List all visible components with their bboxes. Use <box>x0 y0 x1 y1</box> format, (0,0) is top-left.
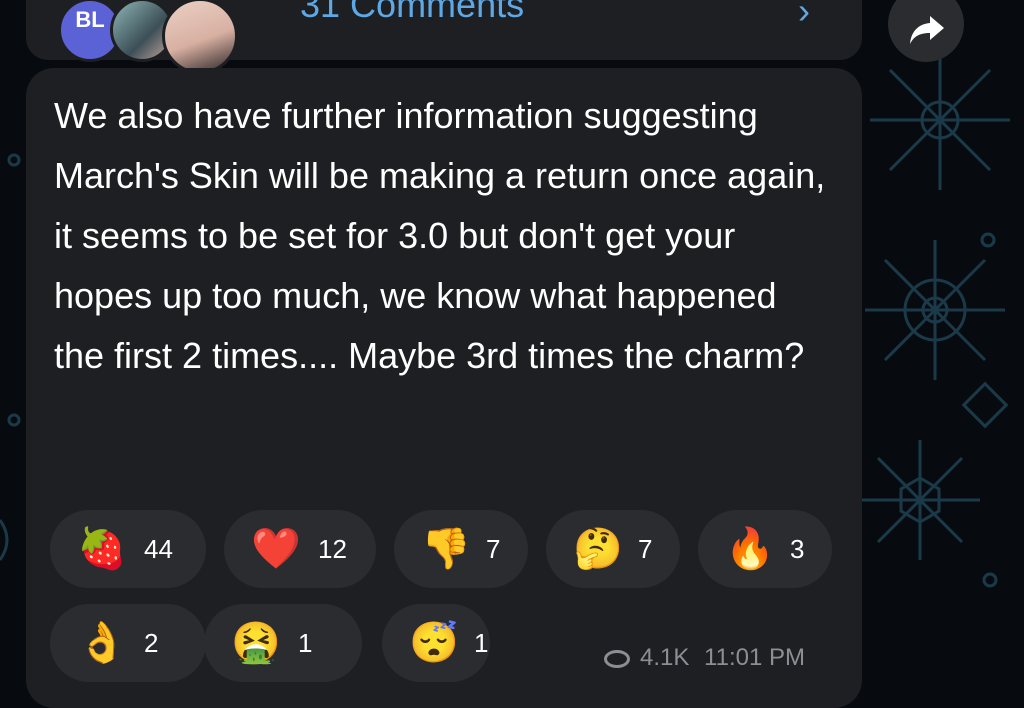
chevron-right-icon[interactable]: › <box>798 0 810 32</box>
thinking-face-icon: 🤔 <box>573 527 623 571</box>
comments-bar[interactable]: BL 31 Comments › <box>26 0 862 74</box>
reaction-count: 1 <box>298 628 313 658</box>
reaction-count: 7 <box>638 534 653 564</box>
avatar <box>162 0 238 74</box>
message-bubble: We also have further information suggest… <box>26 68 862 708</box>
view-count: 4.1K <box>640 644 690 671</box>
message-time: 11:01 PM <box>704 644 805 671</box>
reaction-red-heart[interactable]: ❤️ 12 <box>224 510 376 588</box>
reaction-count: 7 <box>486 534 501 564</box>
reaction-thinking-face[interactable]: 🤔 7 <box>546 510 680 588</box>
reaction-ok-hand[interactable]: 👌 2 <box>50 604 206 682</box>
ok-hand-icon: 👌 <box>77 621 127 665</box>
reaction-count: 12 <box>318 534 347 564</box>
reaction-strawberry[interactable]: 🍓 44 <box>50 510 206 588</box>
eye-icon <box>604 649 630 668</box>
strawberry-icon: 🍓 <box>77 527 127 571</box>
reaction-fire[interactable]: 🔥 3 <box>698 510 832 588</box>
reaction-vomiting-face[interactable]: 🤮 1 <box>204 604 362 682</box>
reaction-thumbs-down[interactable]: 👎 7 <box>394 510 528 588</box>
message-meta: 4.1K 11:01 PM <box>604 644 805 672</box>
message-text: We also have further information suggest… <box>54 95 826 376</box>
reaction-count: 1 <box>474 628 489 658</box>
reaction-count: 2 <box>144 628 159 658</box>
share-arrow-icon <box>910 16 944 44</box>
share-button[interactable] <box>888 0 964 62</box>
reaction-count: 44 <box>144 534 173 564</box>
reaction-sleeping-face[interactable]: 😴 1 <box>382 604 490 682</box>
thumbs-down-icon: 👎 <box>421 527 471 571</box>
commenter-avatars: BL <box>58 0 278 74</box>
fire-icon: 🔥 <box>725 527 775 571</box>
heart-icon: ❤️ <box>251 527 301 571</box>
sleeping-face-icon: 😴 <box>409 621 459 665</box>
reaction-count: 3 <box>790 534 805 564</box>
comments-count-label[interactable]: 31 Comments <box>300 0 524 26</box>
vomiting-face-icon: 🤮 <box>231 621 281 665</box>
